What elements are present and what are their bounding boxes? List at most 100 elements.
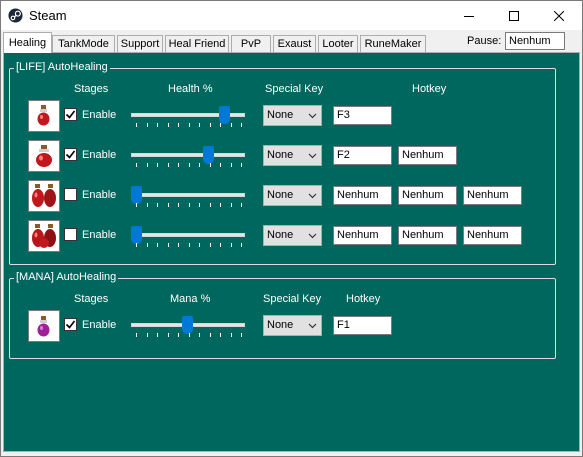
steam-window: Steam Healing TankMode Support Heal Frie…: [0, 0, 583, 457]
mana-special-key-header: Special Key: [263, 293, 322, 305]
slider-tick: [157, 163, 158, 167]
life-hotkey-header: Hotkey: [412, 83, 447, 95]
slider-tick: [241, 243, 242, 247]
slider-tick: [146, 333, 148, 337]
slider-tick: [146, 163, 148, 167]
life-stage-2-slider-thumb[interactable]: [203, 146, 214, 164]
life-stage-2-special-key-select[interactable]: None: [263, 145, 322, 166]
slider-tick: [146, 243, 148, 247]
slider-tick: [188, 123, 190, 127]
tab-pvp[interactable]: PvP: [231, 35, 271, 52]
life-stage-4-hotkey-2[interactable]: Nenhum: [398, 226, 457, 245]
chevron-down-icon: [308, 193, 317, 199]
slider-tick: [199, 203, 200, 207]
life-group-title: [LIFE] AutoHealing: [14, 61, 110, 73]
life-stage-3-slider-track[interactable]: [131, 193, 245, 197]
life-stage-2-checkbox[interactable]: [64, 148, 77, 161]
tab-looter[interactable]: Looter: [318, 35, 358, 52]
life-stage-4-slider-track[interactable]: [131, 233, 245, 237]
life-stage-3-hotkey-2[interactable]: Nenhum: [398, 186, 457, 205]
slider-tick: [199, 123, 200, 127]
small-health-potion-icon: [28, 100, 60, 132]
chevron-down-icon: [308, 323, 317, 329]
health-potion-icon: [28, 140, 60, 172]
life-stage-4-hotkey-3[interactable]: Nenhum: [463, 226, 522, 245]
life-stage-4-hotkey-1[interactable]: Nenhum: [333, 226, 392, 245]
life-stage-3-special-key-select[interactable]: None: [263, 185, 322, 206]
tab-tankmode[interactable]: TankMode: [52, 35, 115, 52]
slider-tick: [178, 123, 179, 127]
life-health-header: Health %: [168, 83, 213, 95]
slider-tick: [209, 243, 211, 247]
slider-tick: [241, 123, 242, 127]
life-stage-1-special-key-select[interactable]: None: [263, 105, 322, 126]
life-stage-3-hotkey-1[interactable]: Nenhum: [333, 186, 392, 205]
life-stage-4-enable-label: Enable: [82, 229, 117, 241]
slider-tick: [199, 243, 200, 247]
life-stage-2-hotkey-1[interactable]: F2: [333, 146, 392, 165]
chevron-down-icon: [308, 153, 317, 159]
life-stage-2-hotkey-2[interactable]: Nenhum: [398, 146, 457, 165]
slider-tick: [157, 333, 158, 337]
life-stage-1-enable-label: Enable: [82, 109, 117, 121]
healing-tab-panel: [LIFE] AutoHealing Stages Health % Speci…: [3, 52, 580, 452]
slider-tick: [188, 243, 190, 247]
maximize-button[interactable]: [491, 1, 536, 30]
maximize-icon: [508, 10, 519, 21]
life-stage-4-slider-thumb[interactable]: [131, 226, 142, 244]
life-stage-4-checkbox[interactable]: [64, 228, 77, 241]
life-stage-1-slider-thumb[interactable]: [219, 106, 230, 124]
life-stage-3-checkbox[interactable]: [64, 188, 77, 201]
mana-stage-1-enable-label: Enable: [82, 319, 117, 331]
slider-tick: [209, 333, 211, 337]
mana-stages-header: Stages: [74, 293, 109, 305]
slider-tick: [209, 123, 211, 127]
title-bar[interactable]: Steam: [1, 1, 582, 30]
life-stage-1-checkbox[interactable]: [64, 108, 77, 121]
slider-tick: [136, 163, 137, 167]
slider-tick: [230, 243, 232, 247]
life-stage-4-special-key-select[interactable]: None: [263, 225, 322, 246]
slider-tick: [188, 203, 190, 207]
slider-tick: [188, 333, 190, 337]
slider-tick: [220, 243, 221, 247]
life-stage-3-hotkey-3[interactable]: Nenhum: [463, 186, 522, 205]
slider-tick: [241, 163, 242, 167]
slider-tick: [188, 163, 190, 167]
tab-heal-friend[interactable]: Heal Friend: [165, 35, 229, 52]
slider-tick: [146, 203, 148, 207]
slider-tick: [220, 163, 221, 167]
slider-tick: [136, 123, 137, 127]
mana-stage-1-hotkey-1[interactable]: F1: [333, 316, 392, 335]
mana-stage-1-checkbox[interactable]: [64, 318, 77, 331]
pause-hotkey-field[interactable]: Nenhum: [505, 32, 565, 50]
life-stage-2-enable-label: Enable: [82, 149, 117, 161]
life-stage-3-slider-thumb[interactable]: [131, 186, 142, 204]
client-area: Healing TankMode Support Heal Friend PvP…: [1, 30, 582, 456]
slider-tick: [230, 333, 232, 337]
great-health-potion-icon: [28, 220, 60, 252]
slider-tick: [178, 203, 179, 207]
chevron-down-icon: [308, 233, 317, 239]
tab-exaust[interactable]: Exaust: [273, 35, 316, 52]
minimize-button[interactable]: [446, 1, 491, 30]
mana-stage-1-slider-thumb[interactable]: [182, 316, 193, 334]
life-stages-header: Stages: [74, 83, 109, 95]
tab-runemaker[interactable]: RuneMaker: [360, 35, 426, 52]
slider-tick: [157, 123, 158, 127]
slider-tick: [220, 333, 221, 337]
slider-tick: [136, 243, 137, 247]
tab-healing[interactable]: Healing: [3, 32, 52, 53]
close-button[interactable]: [536, 1, 581, 30]
slider-tick: [230, 123, 232, 127]
slider-tick: [230, 203, 232, 207]
life-stage-2-slider-track[interactable]: [131, 153, 245, 157]
life-stage-1-hotkey-1[interactable]: F3: [333, 106, 392, 125]
slider-tick: [199, 333, 200, 337]
life-stage-3-enable-label: Enable: [82, 189, 117, 201]
mana-potion-icon: [28, 310, 60, 342]
slider-tick: [220, 123, 221, 127]
mana-stage-1-special-key-select[interactable]: None: [263, 315, 322, 336]
slider-tick: [136, 333, 137, 337]
tab-support[interactable]: Support: [117, 35, 163, 52]
